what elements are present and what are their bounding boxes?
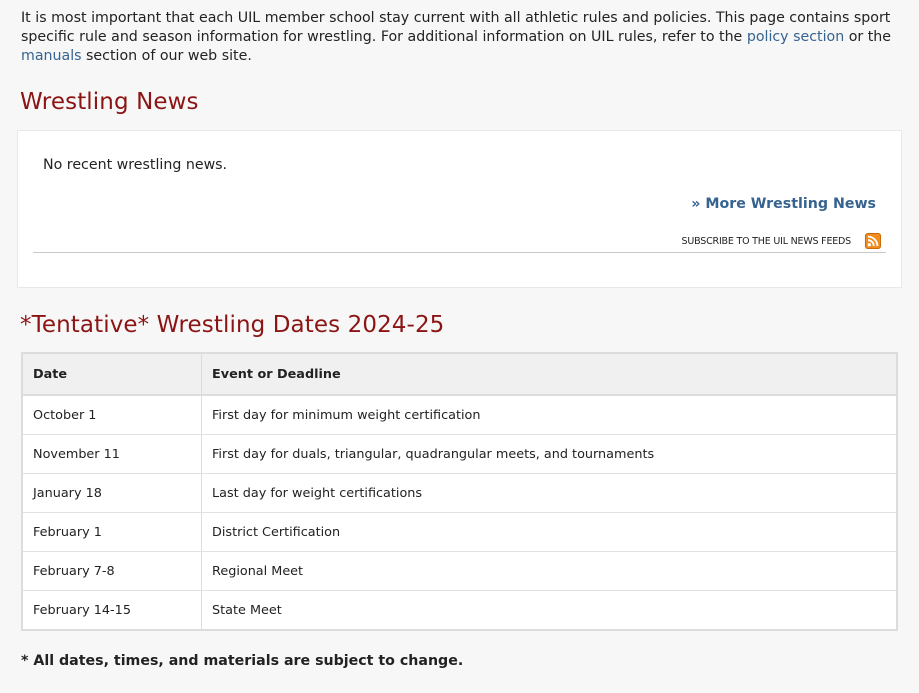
subscribe-news-feeds-link[interactable]: SUBSCRIBE TO THE UIL NEWS FEEDS — [682, 236, 852, 247]
event-cell: Regional Meet — [201, 551, 896, 591]
date-cell: October 1 — [23, 395, 202, 435]
date-cell: January 18 — [23, 473, 202, 513]
table-row: February 7-8 Regional Meet — [23, 551, 896, 591]
intro-paragraph: It is most important that each UIL membe… — [21, 9, 899, 66]
dates-table-container: Date Event or Deadline October 1 First d… — [21, 352, 898, 631]
date-cell: November 11 — [23, 434, 202, 474]
subscribe-row: SUBSCRIBE TO THE UIL NEWS FEEDS — [33, 232, 886, 253]
more-wrestling-news-link[interactable]: » More Wrestling News — [691, 196, 876, 212]
intro-text-middle: or the — [844, 29, 892, 45]
manuals-link[interactable]: manuals — [21, 48, 82, 64]
date-cell: February 7-8 — [23, 551, 202, 591]
table-row: November 11 First day for duals, triangu… — [23, 434, 896, 474]
page: It is most important that each UIL membe… — [0, 0, 919, 693]
table-row: January 18 Last day for weight certifica… — [23, 473, 896, 513]
table-row: February 1 District Certification — [23, 512, 896, 552]
table-row: February 14-15 State Meet — [23, 590, 896, 629]
policy-section-link[interactable]: policy section — [747, 29, 844, 45]
event-cell: District Certification — [201, 512, 896, 552]
event-cell: First day for duals, triangular, quadran… — [201, 434, 896, 474]
dates-table: Date Event or Deadline October 1 First d… — [23, 354, 896, 629]
event-cell: Last day for weight certifications — [201, 473, 896, 513]
table-header-row: Date Event or Deadline — [23, 354, 896, 396]
intro-text-after: section of our web site. — [81, 48, 252, 64]
news-section-title: Wrestling News — [20, 89, 199, 115]
event-cell: First day for minimum weight certificati… — [201, 395, 896, 435]
date-cell: February 14-15 — [23, 590, 202, 629]
column-header-event: Event or Deadline — [201, 354, 896, 396]
dates-disclaimer: * All dates, times, and materials are su… — [21, 653, 464, 669]
date-cell: February 1 — [23, 512, 202, 552]
event-cell: State Meet — [212, 602, 282, 618]
table-row: October 1 First day for minimum weight c… — [23, 395, 896, 435]
dates-section-title: *Tentative* Wrestling Dates 2024-25 — [20, 312, 445, 338]
rss-feed-icon[interactable] — [865, 233, 881, 249]
news-empty-message: No recent wrestling news. — [43, 157, 228, 173]
news-box: No recent wrestling news. » More Wrestli… — [17, 130, 902, 288]
column-header-date: Date — [23, 354, 202, 396]
